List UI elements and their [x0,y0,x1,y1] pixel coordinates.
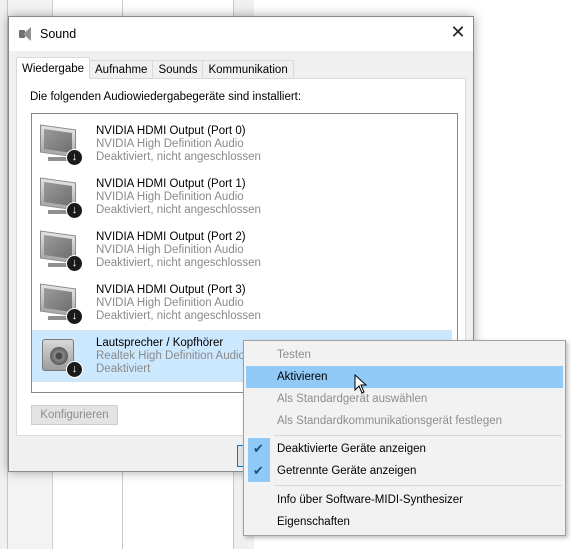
disabled-arrow-icon: ↓ [66,202,83,219]
menu-item-label: Als Standardgerät auswählen [277,393,428,405]
background-window-edge [0,0,8,549]
disabled-arrow-icon: ↓ [66,149,83,166]
menu-item-label: Als Standardkommunikationsgerät festlege… [277,415,503,427]
disabled-arrow-icon: ↓ [66,255,83,272]
menu-item-midi-info[interactable]: Info über Software-MIDI-Synthesizer [246,489,563,511]
menu-item-label: Eigenschaften [277,516,350,528]
device-status: Deaktiviert, nicht angeschlossen [96,151,261,163]
monitor-icon: ↓ [40,283,84,326]
menu-item-label: Getrennte Geräte anzeigen [277,465,417,477]
menu-item-test[interactable]: Testen [246,344,563,366]
device-item[interactable]: ↓ NVIDIA HDMI Output (Port 2) NVIDIA Hig… [32,224,457,276]
monitor-icon: ↓ [40,177,84,220]
menu-item-enable[interactable]: Aktivieren [246,366,563,388]
context-menu: Testen Aktivieren Als Standardgerät ausw… [243,340,566,536]
menu-item-label: Testen [277,349,311,361]
monitor-icon: ↓ [40,230,84,273]
menu-item-show-disconnected[interactable]: ✔ Getrennte Geräte anzeigen [246,460,563,482]
device-item[interactable]: ↓ NVIDIA HDMI Output (Port 1) NVIDIA Hig… [32,171,457,223]
speaker-icon: ↓ [40,339,84,379]
tab-wiedergabe[interactable]: Wiedergabe [16,57,91,79]
menu-separator [274,485,562,486]
device-status: Deaktiviert, nicht angeschlossen [96,310,261,322]
panel-heading: Die folgenden Audiowiedergabegeräte sind… [30,91,302,103]
checkmark-icon: ✔ [253,441,264,456]
device-driver: Realtek High Definition Audio [96,350,245,362]
device-driver: NVIDIA High Definition Audio [96,191,244,203]
device-name: NVIDIA HDMI Output (Port 1) [96,178,246,190]
tab-kommunikation[interactable]: Kommunikation [202,60,294,79]
device-status: Deaktiviert, nicht angeschlossen [96,204,261,216]
menu-item-show-disabled[interactable]: ✔ Deaktivierte Geräte anzeigen [246,438,563,460]
device-name: NVIDIA HDMI Output (Port 2) [96,231,246,243]
close-button[interactable]: ✕ [443,17,473,47]
tab-sounds[interactable]: Sounds [152,60,204,79]
device-item[interactable]: ↓ NVIDIA HDMI Output (Port 0) NVIDIA Hig… [32,118,457,170]
title-bar[interactable]: Sound ✕ [9,17,473,51]
menu-item-set-default-communication[interactable]: Als Standardkommunikationsgerät festlege… [246,410,563,432]
tab-bar: Wiedergabe Aufnahme Sounds Kommunikation [16,57,294,79]
menu-item-label: Deaktivierte Geräte anzeigen [277,443,426,455]
sound-app-icon [18,26,34,42]
device-driver: NVIDIA High Definition Audio [96,244,244,256]
disabled-arrow-icon: ↓ [66,361,83,378]
menu-separator [274,435,562,436]
device-status: Deaktiviert, nicht angeschlossen [96,257,261,269]
device-driver: NVIDIA High Definition Audio [96,297,244,309]
configure-button[interactable]: Konfigurieren [31,405,118,425]
disabled-arrow-icon: ↓ [66,308,83,325]
mouse-cursor-icon [354,374,368,394]
checkmark-icon: ✔ [253,463,264,478]
device-name: Lautsprecher / Kopfhörer [96,337,224,349]
menu-item-set-default[interactable]: Als Standardgerät auswählen [246,388,563,410]
monitor-icon: ↓ [40,124,84,167]
device-status: Deaktiviert [96,363,151,375]
device-name: NVIDIA HDMI Output (Port 0) [96,125,246,137]
menu-item-label: Info über Software-MIDI-Synthesizer [277,494,463,506]
menu-item-label: Aktivieren [277,371,328,383]
device-name: NVIDIA HDMI Output (Port 3) [96,284,246,296]
device-item[interactable]: ↓ NVIDIA HDMI Output (Port 3) NVIDIA Hig… [32,277,457,329]
window-title: Sound [40,27,77,41]
device-driver: NVIDIA High Definition Audio [96,138,244,150]
tab-aufnahme[interactable]: Aufnahme [89,60,154,79]
menu-item-properties[interactable]: Eigenschaften [246,511,563,533]
